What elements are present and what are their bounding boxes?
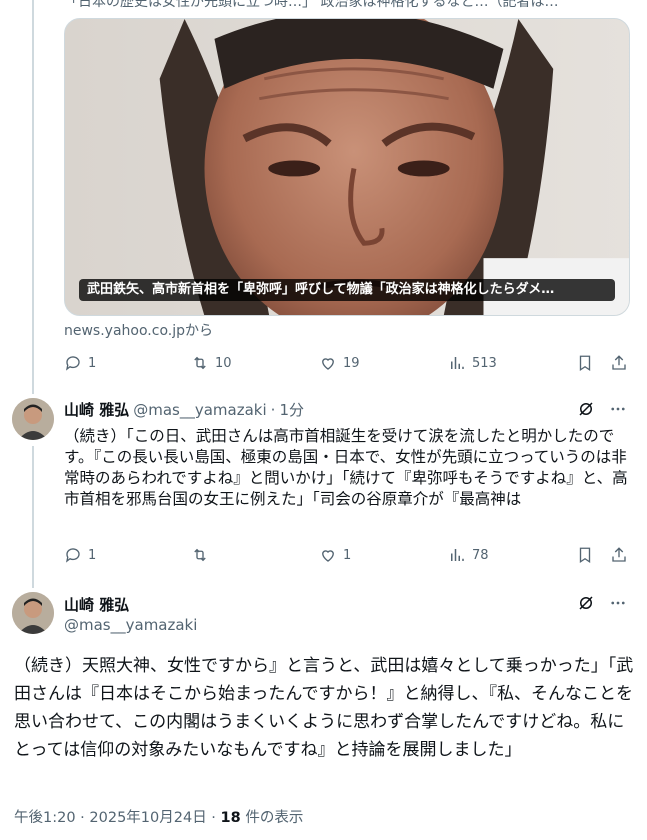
reply-tweet-header: 山崎 雅弘 @mas__yamazaki · 1分 bbox=[64, 399, 304, 420]
card-caption[interactable]: 武田鉄矢、高市新首相を「卑弥呼」呼びして物議「政治家は神格化したらダメ… bbox=[79, 279, 615, 301]
views-icon bbox=[451, 357, 464, 369]
reply-tweet-top-icons bbox=[577, 400, 627, 418]
author-name[interactable]: 山崎 雅弘 bbox=[64, 594, 129, 615]
portrait-photo bbox=[65, 19, 629, 315]
bookmark-button[interactable] bbox=[576, 543, 594, 567]
reply-icon bbox=[65, 356, 80, 371]
tweet-timestamp[interactable]: 午後1:20 · 2025年10月24日 · bbox=[14, 810, 221, 826]
avatar[interactable] bbox=[12, 398, 54, 440]
thread-line-middle bbox=[32, 446, 34, 588]
action-bar-previous: 1 10 19 513 bbox=[64, 351, 630, 375]
grok-icon[interactable] bbox=[577, 400, 595, 418]
like-icon bbox=[322, 358, 334, 370]
main-tweet-header: 山崎 雅弘 bbox=[64, 594, 129, 615]
card-source[interactable]: news.yahoo.co.jpから bbox=[64, 320, 213, 340]
reply-button[interactable]: 1 bbox=[64, 351, 96, 375]
share-icon bbox=[612, 355, 626, 370]
views-icon bbox=[451, 549, 464, 561]
author-name[interactable]: 山崎 雅弘 bbox=[64, 399, 129, 420]
like-icon bbox=[322, 550, 334, 562]
avatar-photo bbox=[12, 592, 54, 634]
tweet-time[interactable]: 1分 bbox=[279, 399, 304, 420]
action-bar-reply: 1 1 78 bbox=[64, 543, 630, 567]
bookmark-button[interactable] bbox=[576, 351, 594, 375]
previous-tweet-cut-text: 「日本の歴史は女性が先頭に立つ時…」 政治家は神格化するなと…（記者は… bbox=[64, 0, 559, 10]
main-tweet-text: （続き）天照大神、女性ですから』と言うと、武田は嬉々として乗っかった」「武田さん… bbox=[14, 656, 634, 760]
more-icon[interactable] bbox=[609, 400, 627, 418]
view-count: 18 bbox=[220, 810, 241, 826]
share-icon bbox=[612, 547, 626, 562]
author-handle[interactable]: @mas__yamazaki bbox=[133, 401, 266, 419]
like-button[interactable]: 1 bbox=[319, 543, 351, 567]
link-card[interactable]: 武田鉄矢、高市新首相を「卑弥呼」呼びして物議「政治家は神格化したらダメ… bbox=[64, 18, 630, 316]
avatar-photo bbox=[12, 398, 54, 440]
repost-button[interactable] bbox=[191, 543, 215, 567]
author-handle[interactable]: @mas__yamazaki bbox=[64, 616, 197, 634]
reply-button[interactable]: 1 bbox=[64, 543, 96, 567]
views-button[interactable]: 513 bbox=[448, 351, 497, 375]
repost-icon bbox=[194, 356, 206, 370]
reply-icon bbox=[65, 548, 80, 563]
like-button[interactable]: 19 bbox=[319, 351, 360, 375]
tweet-meta: 午後1:20 · 2025年10月24日 · 18 件の表示 bbox=[14, 806, 303, 827]
share-button[interactable] bbox=[610, 543, 628, 567]
thread-line-top bbox=[32, 0, 34, 394]
reply-tweet-text: （続き）「この日、武田さんは高市首相誕生を受けて涙を流したと明かしたのです。『こ… bbox=[64, 427, 628, 508]
repost-button[interactable]: 10 bbox=[191, 351, 232, 375]
share-button[interactable] bbox=[610, 351, 628, 375]
more-icon[interactable] bbox=[609, 594, 627, 612]
view-count-label: 件の表示 bbox=[240, 810, 304, 826]
bookmark-icon bbox=[579, 547, 591, 564]
repost-icon bbox=[194, 548, 206, 562]
bookmark-icon bbox=[579, 355, 591, 372]
grok-icon[interactable] bbox=[577, 594, 595, 612]
views-button[interactable]: 78 bbox=[448, 543, 489, 567]
avatar[interactable] bbox=[12, 592, 54, 634]
main-tweet-top-icons bbox=[577, 594, 627, 612]
separator-dot: · bbox=[270, 400, 276, 419]
